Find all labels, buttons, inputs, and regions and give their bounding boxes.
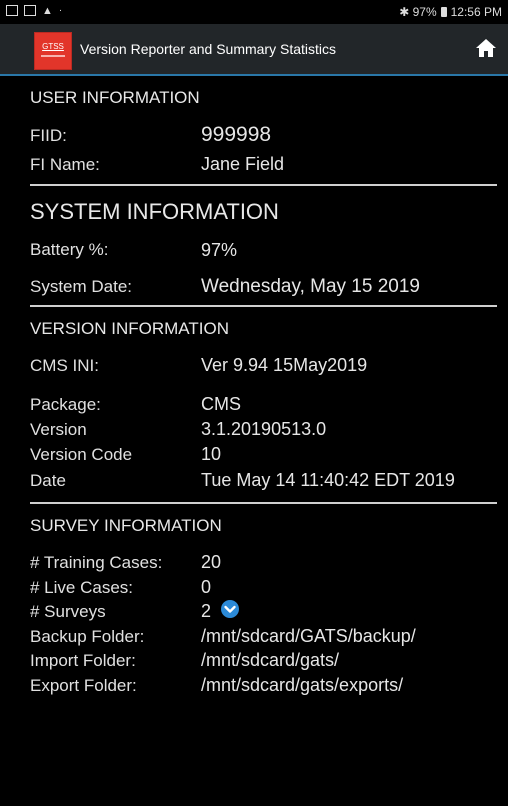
backup-folder-label: Backup Folder: — [30, 627, 145, 646]
export-folder-label: Export Folder: — [30, 676, 137, 695]
package-value: CMS — [201, 394, 241, 414]
divider — [30, 305, 497, 307]
app-logo: GTSS — [34, 32, 72, 70]
fiid-label: FIID: — [30, 126, 67, 145]
logo-underline — [41, 55, 65, 57]
version-value: 3.1.20190513.0 — [201, 419, 327, 439]
import-folder-label: Import Folder: — [30, 651, 136, 670]
battery-status: ✱ 97% — [399, 5, 437, 19]
fiid-value: 999998 — [201, 123, 272, 146]
training-cases-value: 20 — [201, 552, 222, 572]
live-cases-value: 0 — [201, 577, 212, 597]
status-left-icons: ▲ · — [6, 5, 62, 16]
package-label: Package: — [30, 395, 101, 414]
user-info-heading: USER INFORMATION — [30, 88, 200, 107]
cms-ini-value: Ver 9.94 15May2019 — [201, 355, 368, 375]
version-code-value: 10 — [201, 444, 222, 464]
status-bar: ▲ · ✱ 97% 12:56 PM — [0, 0, 508, 24]
logo-text: GTSS — [42, 42, 64, 51]
app-title: Version Reporter and Summary Statistics — [80, 41, 336, 57]
fi-name-label: FI Name: — [30, 155, 100, 174]
home-icon[interactable] — [475, 38, 497, 58]
version-info-heading: VERSION INFORMATION — [30, 319, 229, 338]
surveys-label: # Surveys — [30, 602, 106, 621]
system-info-heading: SYSTEM INFORMATION — [30, 199, 279, 224]
version-label: Version — [30, 420, 87, 439]
date-value: Tue May 14 11:40:42 EDT 2019 — [201, 470, 455, 490]
battery-value: 97% — [201, 240, 238, 260]
battery-label: Battery %: — [30, 240, 109, 259]
divider — [30, 502, 497, 504]
chevron-down-icon[interactable] — [221, 600, 239, 618]
export-folder-value: /mnt/sdcard/gats/exports/ — [201, 675, 404, 695]
cast-icon — [24, 5, 36, 16]
version-code-label: Version Code — [30, 445, 133, 464]
status-right: ✱ 97% 12:56 PM — [399, 5, 502, 19]
import-folder-value: /mnt/sdcard/gats/ — [201, 650, 340, 670]
app-bar: GTSS Version Reporter and Summary Statis… — [0, 24, 508, 76]
cms-ini-label: CMS INI: — [30, 356, 99, 375]
survey-info-heading: SURVEY INFORMATION — [30, 516, 222, 535]
image-icon — [6, 5, 18, 16]
clock: 12:56 PM — [450, 5, 502, 19]
training-cases-label: # Training Cases: — [30, 553, 163, 572]
fi-name-value: Jane Field — [201, 154, 285, 174]
surveys-value: 2 — [201, 601, 212, 621]
warning-icon: ▲ — [42, 4, 53, 17]
system-date-label: System Date: — [30, 277, 133, 296]
live-cases-label: # Live Cases: — [30, 578, 133, 597]
battery-icon — [440, 7, 447, 17]
divider — [30, 184, 497, 186]
dot-icon: · — [58, 5, 63, 16]
system-date-value: Wednesday, May 15 2019 — [201, 276, 420, 297]
date-label: Date — [30, 471, 66, 490]
backup-folder-value: /mnt/sdcard/GATS/backup/ — [201, 626, 416, 646]
